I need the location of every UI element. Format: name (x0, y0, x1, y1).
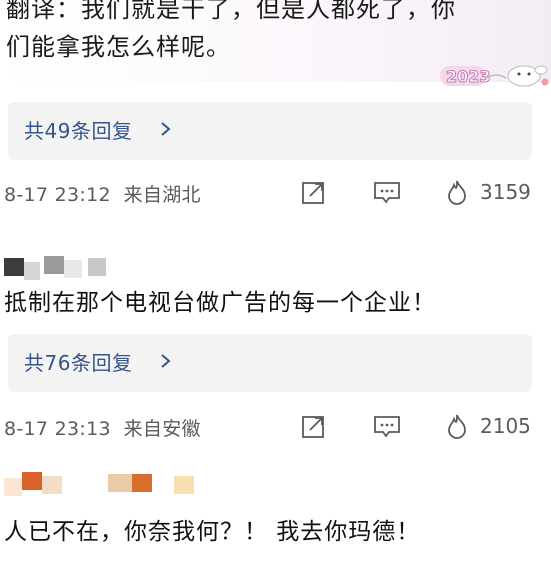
reply-count-link[interactable]: 共49条回复 (24, 115, 132, 144)
location: 来自安徽 (123, 418, 201, 440)
sticker-2023-bunny: 2023 (440, 65, 549, 87)
chevron-right-icon (161, 354, 171, 368)
comment-icon[interactable] (372, 412, 402, 440)
blurred-name-part (88, 258, 106, 276)
reply-box-49[interactable]: 共49条回复 (8, 102, 532, 160)
location: 来自湖北 (123, 184, 201, 206)
blurred-avatar (4, 478, 22, 496)
reply-box-76[interactable]: 共76条回复 (8, 334, 532, 392)
comment-time: 8-17 23:13 来自安徽 (4, 414, 201, 441)
sticker-text: 2023 (446, 67, 491, 86)
chevron-right-icon (161, 122, 171, 136)
top-comment-text: 翻译：我们就是干了，但是人都死了，你 们能拿我怎么样呢。 (6, 0, 506, 66)
meta-row-1: 8-17 23:12 来自湖北 3159 (4, 174, 540, 210)
blurred-name-part (174, 476, 194, 494)
blurred-name-part (108, 474, 132, 492)
share-icon[interactable] (300, 178, 328, 206)
comment-icon[interactable] (372, 178, 402, 206)
blurred-name-part (24, 262, 40, 280)
blurred-name-part (44, 256, 64, 274)
timestamp: 8-17 23:13 (4, 418, 111, 440)
top-comment-line-2: 们能拿我怎么样呢。 (6, 33, 231, 61)
blurred-avatar (22, 472, 42, 490)
blurred-avatar (4, 258, 24, 276)
like-flame-icon[interactable] (444, 178, 470, 206)
comment-text-3: 人已不在，你奈我何？！ 我去你玛德！ (4, 519, 421, 545)
like-count: 3159 (480, 180, 531, 204)
like-flame-icon[interactable] (444, 412, 470, 440)
timestamp: 8-17 23:12 (4, 184, 111, 206)
blurred-name-part (42, 476, 62, 494)
like-count: 2105 (480, 414, 531, 438)
blurred-name-part (132, 474, 152, 492)
top-comment-line-1: 翻译：我们就是干了，但是人都死了，你 (6, 0, 456, 23)
blurred-name-part (64, 260, 82, 278)
reply-count-link[interactable]: 共76条回复 (24, 347, 132, 376)
comment-text-2: 抵制在那个电视台做广告的每一个企业！ (4, 290, 436, 316)
meta-row-2: 8-17 23:13 来自安徽 2105 (4, 408, 540, 444)
share-icon[interactable] (300, 412, 328, 440)
comment-time: 8-17 23:12 来自湖北 (4, 180, 201, 207)
